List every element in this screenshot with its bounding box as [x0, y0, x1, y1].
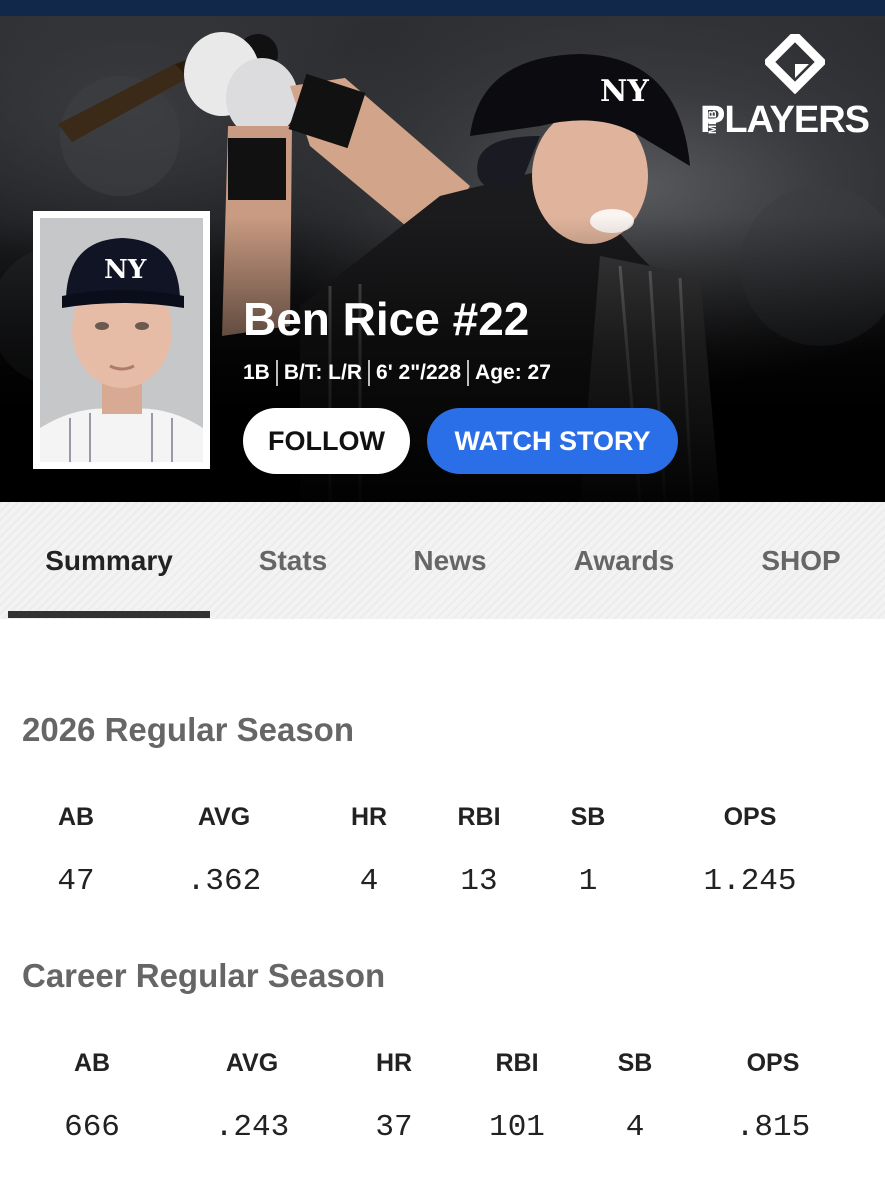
mlb-players-logo: MLB PLAYERS [700, 34, 870, 142]
meta-divider [467, 360, 470, 386]
follow-button[interactable]: FOLLOW [243, 408, 410, 474]
watch-story-button[interactable]: WATCH STORY [427, 408, 678, 474]
svg-text:NY: NY [104, 255, 147, 285]
stat-header: AVG [197, 803, 251, 831]
active-tab-indicator [8, 611, 210, 618]
top-bar [0, 0, 885, 16]
stat-value: .815 [735, 1110, 811, 1145]
player-height-weight: 6' 2"/228 [376, 361, 462, 384]
stat-header: AVG [225, 1049, 279, 1077]
stat-header: HR [350, 803, 388, 831]
player-name: Ben Rice #22 [243, 293, 530, 345]
player-bio-line: 1B B/T: L/R 6' 2"/228 Age: 27 [243, 358, 551, 388]
players-wordmark: PLAYERS [700, 99, 870, 141]
tab-stats[interactable]: Stats [232, 502, 354, 619]
tab-bar: Summary Stats News Awards SHOP [0, 502, 885, 619]
player-headshot: NY [33, 211, 210, 469]
career-stats-title: Career Regular Season [22, 957, 386, 994]
stat-value: 101 [489, 1110, 545, 1145]
stat-value: 4 [359, 864, 379, 899]
stat-value: 1.245 [703, 864, 797, 899]
stat-value: 1 [578, 864, 598, 899]
headshot-portrait: NY [40, 218, 203, 462]
tab-news[interactable]: News [390, 502, 510, 619]
stat-header: OPS [746, 1049, 800, 1077]
stat-header: RBI [457, 803, 501, 831]
tab-awards[interactable]: Awards [550, 502, 698, 619]
stat-header: SB [617, 1049, 653, 1077]
stat-value: .243 [214, 1110, 290, 1145]
tab-summary[interactable]: Summary [8, 502, 210, 619]
player-age: Age: 27 [475, 361, 551, 384]
tab-shop[interactable]: SHOP [740, 502, 862, 619]
stat-header: OPS [723, 803, 777, 831]
stat-value: .362 [186, 864, 262, 899]
meta-divider [368, 360, 371, 386]
stat-value: 666 [64, 1110, 120, 1145]
svg-text:NY: NY [600, 74, 649, 109]
player-bats-throws: B/T: L/R [283, 361, 363, 384]
diamond-logo-icon [765, 34, 825, 94]
stat-value: 13 [460, 864, 498, 899]
stat-header: AB [57, 803, 95, 831]
stat-header: HR [375, 1049, 413, 1077]
player-position: 1B [243, 361, 270, 384]
stat-header: AB [73, 1049, 111, 1077]
stat-value: 4 [625, 1110, 645, 1145]
stat-value: 47 [57, 864, 95, 899]
season-stats-title: 2026 Regular Season [22, 711, 354, 748]
stat-header: SB [570, 803, 606, 831]
meta-divider [275, 360, 278, 386]
stat-value: 37 [375, 1110, 413, 1145]
stat-header: RBI [495, 1049, 539, 1077]
